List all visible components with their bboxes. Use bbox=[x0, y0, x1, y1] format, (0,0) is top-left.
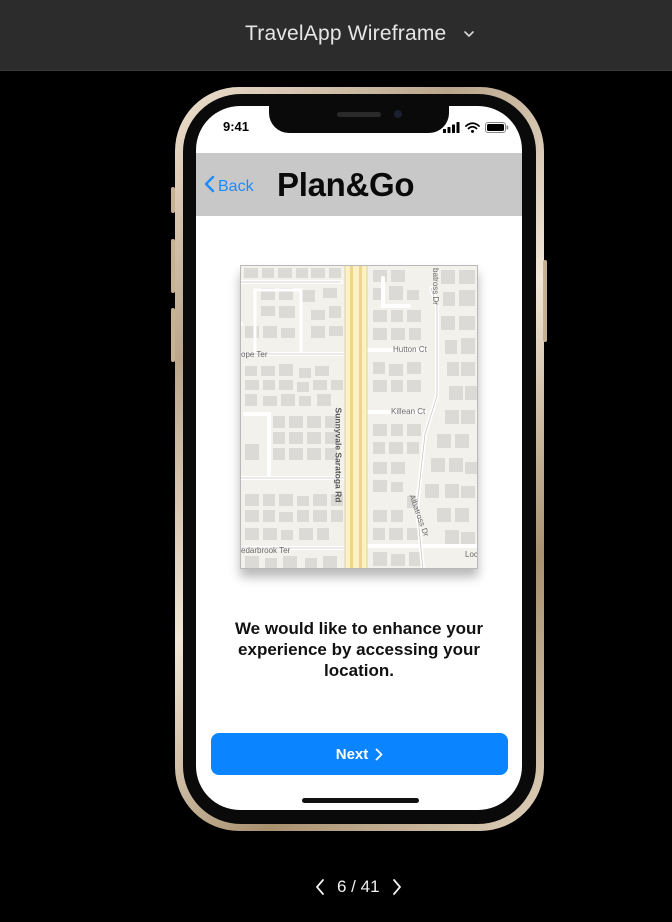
screen-title: Plan&Go bbox=[277, 166, 415, 203]
top-bar: TravelApp Wireframe bbox=[0, 0, 672, 71]
map-label-hope-ter: ope Ter bbox=[241, 350, 268, 359]
notch bbox=[269, 106, 449, 133]
project-title-dropdown[interactable]: TravelApp Wireframe bbox=[245, 20, 475, 48]
map-label-killean-ct: Killean Ct bbox=[391, 407, 426, 416]
chevron-right-icon bbox=[375, 748, 383, 761]
map-graphic bbox=[241, 266, 477, 568]
chevron-right-icon bbox=[392, 879, 401, 895]
location-map: Sunnyvale Saratoga Rd Hutton Ct Killean … bbox=[240, 265, 478, 569]
status-time: 9:41 bbox=[223, 119, 250, 134]
power-button bbox=[543, 260, 547, 342]
signal-icon bbox=[443, 120, 460, 138]
chevron-left-icon bbox=[204, 175, 215, 198]
volume-down-button bbox=[171, 308, 175, 362]
project-title: TravelApp Wireframe bbox=[245, 22, 447, 45]
next-label: Next bbox=[335, 745, 369, 763]
map-label-cedarbrook-ter: edarbrook Ter bbox=[241, 546, 291, 555]
map-label-loc: Loc bbox=[465, 550, 478, 559]
back-label: Back bbox=[218, 177, 254, 195]
previous-screen-button[interactable] bbox=[310, 875, 330, 899]
page-counter: 6 / 41 bbox=[337, 877, 380, 896]
next-button[interactable]: Next bbox=[211, 733, 508, 775]
wifi-icon bbox=[465, 120, 480, 138]
screen-pager: 6 / 41 bbox=[310, 875, 407, 899]
chevron-left-icon bbox=[316, 879, 324, 895]
status-icons bbox=[443, 120, 509, 138]
speaker-grille bbox=[337, 112, 381, 117]
front-camera bbox=[394, 110, 402, 118]
back-button[interactable]: Back bbox=[204, 175, 254, 198]
mute-switch bbox=[171, 187, 175, 213]
next-screen-button[interactable] bbox=[387, 875, 407, 899]
map-label-albatross-top: batross Dr bbox=[430, 268, 440, 305]
volume-up-button bbox=[171, 239, 175, 293]
navigation-bar: Back Plan&Go bbox=[196, 153, 522, 216]
map-label-main-road: Sunnyvale Saratoga Rd bbox=[333, 407, 344, 503]
phone-screen: 9:41 Back Plan&Go Sunnyvale Saratoga Rd … bbox=[196, 106, 522, 810]
map-label-hutton-ct: Hutton Ct bbox=[393, 345, 427, 354]
location-permission-message: We would like to enhance your experience… bbox=[234, 619, 484, 680]
home-indicator bbox=[302, 798, 419, 803]
battery-icon bbox=[485, 120, 509, 138]
chevron-down-icon bbox=[463, 28, 475, 40]
